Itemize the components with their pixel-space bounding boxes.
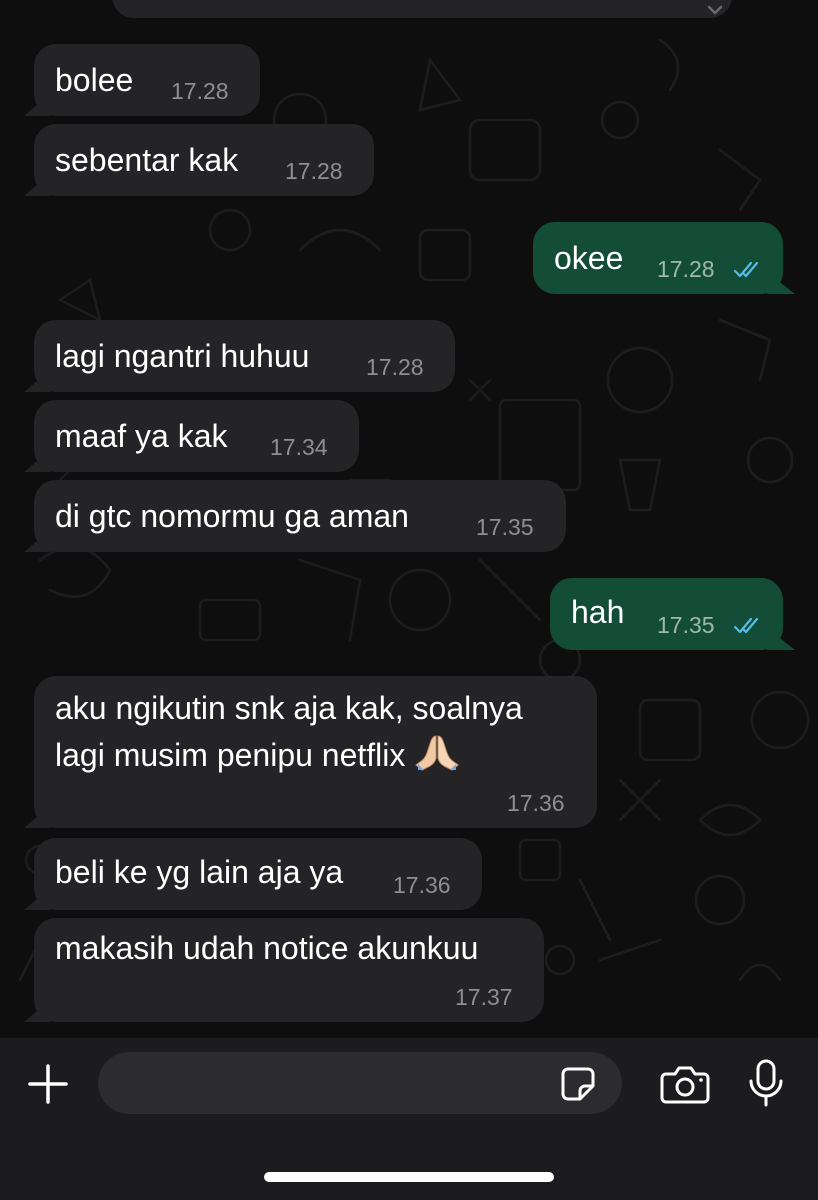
incoming-message[interactable]: beli ke yg lain aja ya 17.36 bbox=[34, 838, 482, 910]
incoming-message[interactable]: bolee 17.28 bbox=[34, 44, 260, 116]
outgoing-message[interactable]: hah 17.35 bbox=[550, 578, 783, 650]
previous-message-bubble bbox=[112, 0, 732, 18]
sticker-icon[interactable] bbox=[560, 1066, 596, 1102]
message-timestamp: 17.36 bbox=[507, 790, 565, 816]
message-timestamp: 17.37 bbox=[455, 984, 513, 1010]
folded-hands-icon bbox=[415, 735, 460, 771]
message-text: lagi ngantri huhuu bbox=[55, 338, 310, 374]
message-text: maaf ya kak bbox=[55, 418, 228, 454]
message-timestamp: 17.34 bbox=[270, 434, 328, 460]
message-timestamp: 17.28 bbox=[171, 78, 229, 104]
message-text-line-2: lagi musim penipu netflix bbox=[55, 732, 460, 777]
message-text-line-2-content: lagi musim penipu netflix bbox=[55, 737, 406, 773]
incoming-message[interactable]: lagi ngantri huhuu 17.28 bbox=[34, 320, 455, 392]
camera-icon[interactable] bbox=[660, 1064, 710, 1106]
message-text: beli ke yg lain aja ya bbox=[55, 854, 344, 890]
message-text: makasih udah notice akunkuu bbox=[55, 930, 479, 966]
message-text: hah bbox=[571, 594, 625, 630]
outgoing-message[interactable]: okee 17.28 bbox=[533, 222, 783, 294]
incoming-message[interactable]: maaf ya kak 17.34 bbox=[34, 400, 359, 472]
incoming-message[interactable]: sebentar kak 17.28 bbox=[34, 124, 374, 196]
incoming-message[interactable]: makasih udah notice akunkuu 17.37 bbox=[34, 918, 544, 1022]
message-input[interactable] bbox=[98, 1052, 622, 1114]
message-timestamp: 17.35 bbox=[657, 612, 715, 638]
message-text: okee bbox=[554, 240, 624, 276]
home-indicator bbox=[264, 1172, 554, 1182]
chevron-down-icon[interactable] bbox=[706, 2, 732, 20]
message-timestamp: 17.28 bbox=[285, 158, 343, 184]
incoming-message[interactable]: aku ngikutin snk aja kak, soalnya lagi m… bbox=[34, 676, 597, 828]
message-timestamp: 17.36 bbox=[393, 872, 451, 898]
incoming-message[interactable]: di gtc nomormu ga aman 17.35 bbox=[34, 480, 566, 552]
read-receipt-icon bbox=[733, 261, 759, 278]
message-timestamp: 17.28 bbox=[366, 354, 424, 380]
read-receipt-icon bbox=[733, 617, 759, 634]
message-timestamp: 17.28 bbox=[657, 256, 715, 282]
microphone-icon[interactable] bbox=[746, 1058, 786, 1108]
message-text: bolee bbox=[55, 62, 134, 98]
message-text-line-1: aku ngikutin snk aja kak, soalnya bbox=[55, 690, 523, 726]
message-text: di gtc nomormu ga aman bbox=[55, 498, 409, 534]
plus-icon[interactable] bbox=[26, 1062, 70, 1106]
message-timestamp: 17.35 bbox=[476, 514, 534, 540]
message-text: sebentar kak bbox=[55, 142, 239, 178]
